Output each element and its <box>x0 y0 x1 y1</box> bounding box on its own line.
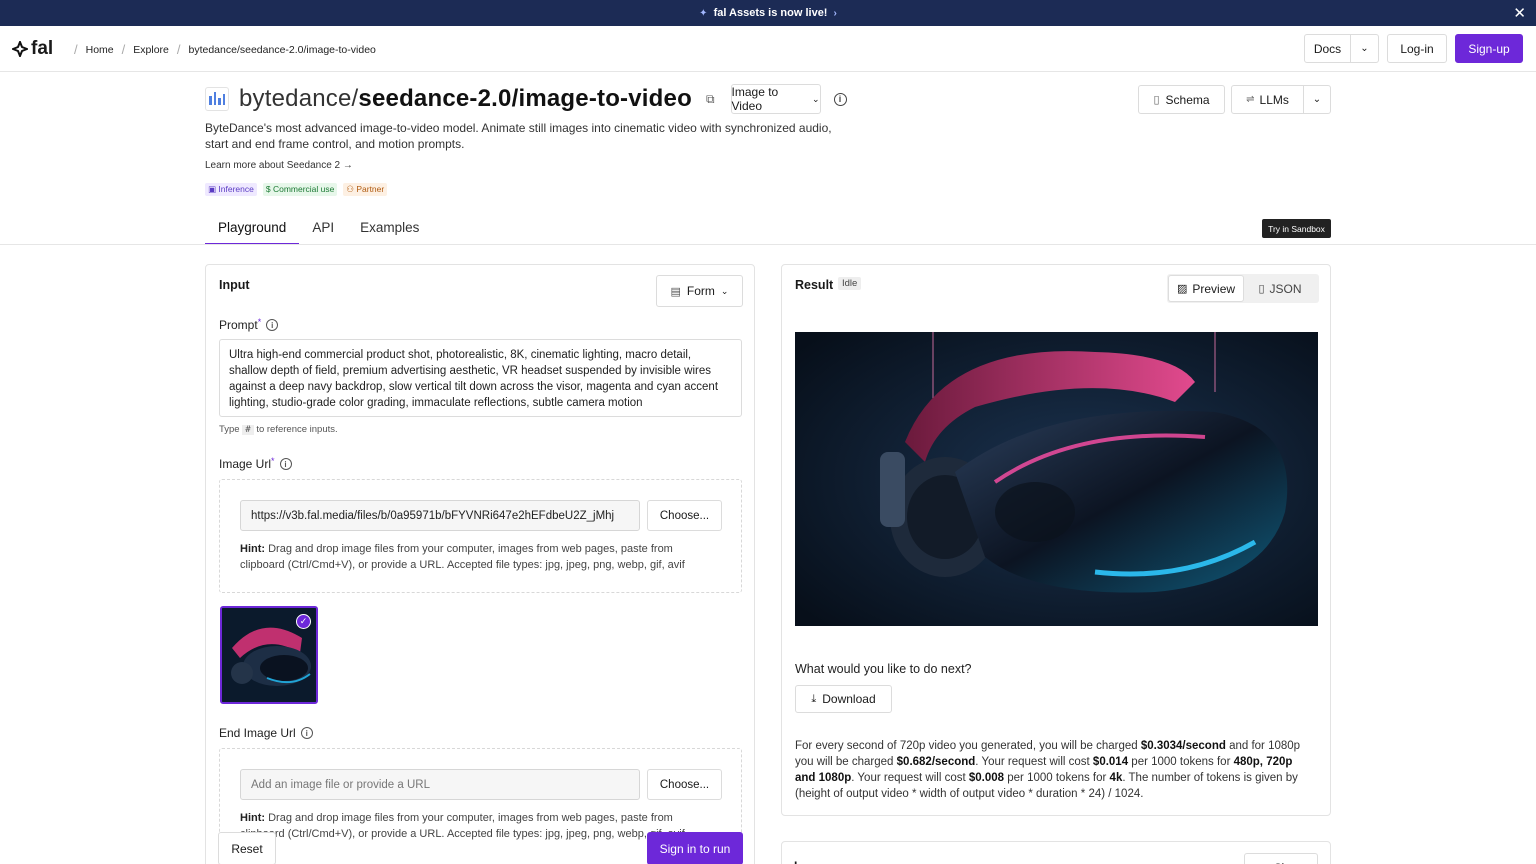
end-image-url-input[interactable]: Add an image file or provide a URL <box>240 769 640 800</box>
image-thumbnail[interactable]: ✓ <box>220 606 318 704</box>
prompt-label: Prompt * i <box>219 317 279 332</box>
sparkle-icon: ✦ <box>699 7 708 19</box>
tab-json[interactable]: ▯ JSON <box>1243 276 1317 301</box>
status-badge: Idle <box>838 277 862 290</box>
llms-button[interactable]: ⇌ LLMs <box>1232 86 1304 113</box>
result-preview-image <box>795 332 1318 626</box>
model-description: ByteDance's most advanced image-to-video… <box>205 121 832 151</box>
tab-preview[interactable]: ▨ Preview <box>1169 276 1243 301</box>
llm-icon: ⇌ <box>1246 94 1255 105</box>
input-panel: Input ▤ Form ⌄ Prompt * i Ultra high-end … <box>205 264 755 864</box>
login-button[interactable]: Log-in <box>1387 34 1447 63</box>
prompt-textarea[interactable]: Ultra high-end commercial product shot, … <box>219 339 742 417</box>
tag-partner: ⚇ Partner <box>343 183 388 196</box>
logs-panel: L Sh <box>781 841 1331 864</box>
end-image-url-label: End Image Url i <box>219 726 313 740</box>
llms-label: LLMs <box>1259 92 1289 107</box>
breadcrumb-home[interactable]: Home <box>86 44 114 56</box>
model-owner: bytedance/ <box>239 85 359 112</box>
breadcrumb-separator: / <box>74 42 78 57</box>
breadcrumb: / Home / Explore / bytedance/seedance-2.… <box>66 42 376 57</box>
image-url-input[interactable]: https://v3b.fal.media/files/b/0a95971b/b… <box>240 500 640 531</box>
document-icon: ▯ <box>1153 94 1160 106</box>
sign-in-to-run-button[interactable]: Sign in to run <box>647 832 743 864</box>
model-chart-icon <box>205 87 229 111</box>
breadcrumb-separator: / <box>176 42 181 57</box>
page-title: bytedance/seedance-2.0/image-to-video <box>239 85 692 113</box>
show-button[interactable]: Sh <box>1244 853 1318 864</box>
input-title: Input <box>219 278 250 292</box>
breadcrumb-current[interactable]: bytedance/seedance-2.0/image-to-video <box>189 44 376 56</box>
logs-title: L <box>794 859 801 864</box>
schema-button[interactable]: ▯ Schema <box>1138 85 1225 114</box>
form-icon: ▤ <box>670 285 681 298</box>
try-in-sandbox-button[interactable]: Try in Sandbox <box>1262 219 1331 238</box>
category-select[interactable]: Image to Video ⌄ <box>730 84 821 114</box>
fal-logo[interactable]: fal <box>12 38 53 60</box>
result-title: Result <box>795 278 834 292</box>
reference-hint: Type # to reference inputs. <box>219 424 338 435</box>
result-view-toggle: ▨ Preview ▯ JSON <box>1167 274 1319 303</box>
image-icon: ▨ <box>1176 283 1188 295</box>
copy-icon[interactable]: ⧉ <box>706 92 715 107</box>
info-icon[interactable]: i <box>300 727 313 739</box>
learn-more-link[interactable]: Learn more about Seedance 2 → <box>205 160 1331 171</box>
model-tags: ▣ Inference $ Commercial use ⚇ Partner <box>205 183 1331 196</box>
llms-button-group: ⇌ LLMs ⌄ <box>1231 85 1331 114</box>
model-name: seedance-2.0/image-to-video <box>358 85 692 112</box>
tab-api[interactable]: API <box>299 212 347 245</box>
banner-text[interactable]: fal Assets is now live! <box>714 7 828 19</box>
docs-button[interactable]: Docs <box>1305 35 1351 62</box>
divider <box>0 244 1536 245</box>
model-header: bytedance/seedance-2.0/image-to-video ⧉ … <box>205 84 1331 196</box>
check-icon: ✓ <box>296 614 311 629</box>
download-button[interactable]: ⤓ Download <box>795 685 892 713</box>
announcement-banner[interactable]: ✦ fal Assets is now live! › ✕ <box>0 0 1536 26</box>
tag-inference: ▣ Inference <box>205 183 257 196</box>
info-icon[interactable]: i <box>833 92 847 106</box>
form-mode-select[interactable]: ▤ Form ⌄ <box>656 275 743 307</box>
info-icon[interactable]: i <box>279 458 292 470</box>
form-label: Form <box>686 284 715 298</box>
fal-logo-icon <box>12 41 28 57</box>
download-icon: ⤓ <box>811 692 817 705</box>
vr-headset-image <box>795 332 1318 626</box>
tab-playground[interactable]: Playground <box>205 212 300 245</box>
category-label: Image to Video <box>731 85 779 113</box>
close-icon[interactable]: ✕ <box>1513 4 1526 22</box>
schema-label: Schema <box>1165 92 1210 107</box>
chevron-down-icon[interactable]: ⌄ <box>1351 35 1378 62</box>
reset-button[interactable]: Reset <box>218 832 276 864</box>
breadcrumb-separator: / <box>121 42 126 57</box>
code-file-icon: ▯ <box>1258 283 1265 295</box>
top-nav: fal / Home / Explore / bytedance/seedanc… <box>0 26 1536 72</box>
choose-file-button[interactable]: Choose... <box>647 769 722 800</box>
image-url-label: Image Url * i <box>219 456 292 471</box>
tab-bar: Playground API Examples <box>205 212 432 245</box>
upload-hint: Hint: Drag and drop image files from you… <box>240 543 685 571</box>
next-action-question: What would you like to do next? <box>795 662 972 676</box>
docs-button-group: Docs ⌄ <box>1304 34 1379 63</box>
tab-examples[interactable]: Examples <box>347 212 432 245</box>
nav-actions: Docs ⌄ Log-in Sign-up <box>1304 34 1523 63</box>
pricing-info: For every second of 720p video you gener… <box>795 740 1301 800</box>
chevron-right-icon: › <box>833 7 837 19</box>
image-dropzone[interactable]: https://v3b.fal.media/files/b/0a95971b/b… <box>219 479 742 593</box>
signup-button[interactable]: Sign-up <box>1455 34 1523 63</box>
chevron-down-icon: ⌄ <box>811 93 820 104</box>
info-icon[interactable]: i <box>266 319 279 331</box>
choose-file-button[interactable]: Choose... <box>647 500 722 531</box>
logo-text: fal <box>31 38 54 59</box>
chevron-down-icon: ⌄ <box>720 285 729 296</box>
breadcrumb-explore[interactable]: Explore <box>133 44 169 56</box>
result-panel: Result Idle ▨ Preview ▯ JSON What would … <box>781 264 1331 816</box>
header-actions: ▯ Schema ⇌ LLMs ⌄ <box>1138 85 1331 114</box>
chevron-down-icon[interactable]: ⌄ <box>1304 86 1330 113</box>
tag-commercial-use: $ Commercial use <box>262 183 338 196</box>
